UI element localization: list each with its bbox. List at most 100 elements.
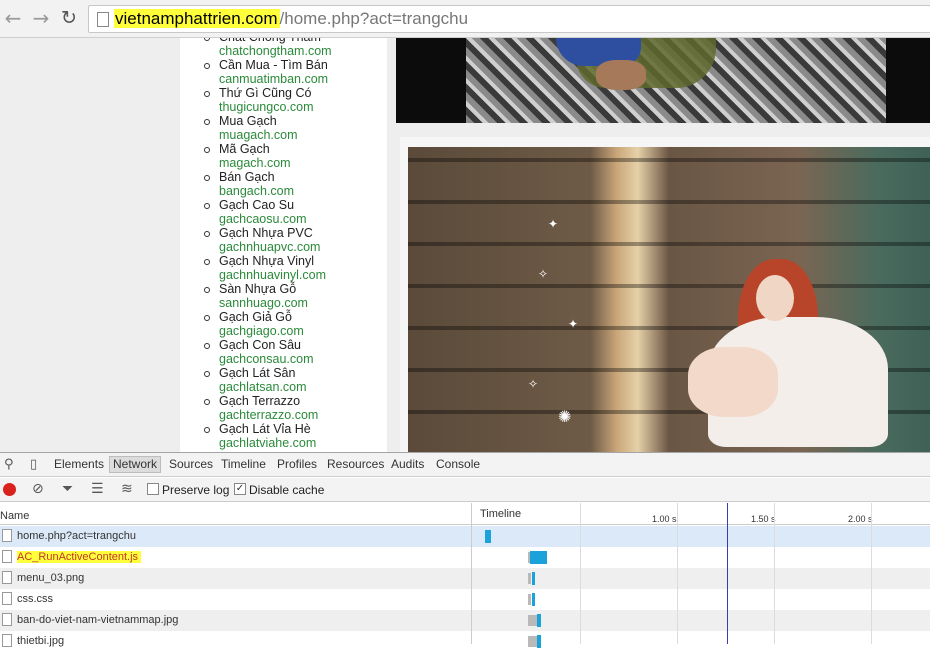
record-icon[interactable] bbox=[3, 483, 16, 496]
preserve-log-checkbox[interactable] bbox=[147, 483, 159, 495]
bullet-icon bbox=[204, 427, 210, 433]
list-item[interactable]: Gạch Lát Sân gachlatsan.com bbox=[180, 366, 387, 394]
column-name[interactable]: Name bbox=[0, 510, 29, 522]
forward-arrow-icon[interactable]: → bbox=[30, 8, 52, 30]
network-toolbar: ⊘ ⏷ ☰ ≋ Preserve log ✓ Disable cache bbox=[0, 478, 930, 502]
sparkle-icon: ✦ bbox=[568, 317, 579, 331]
filter-icon[interactable]: ⏷ bbox=[62, 481, 73, 497]
link-domain[interactable]: gachlatsan.com bbox=[219, 380, 387, 394]
link-title[interactable]: Mã Gạch bbox=[219, 142, 387, 156]
table-row[interactable]: AC_RunActiveContent.js bbox=[0, 547, 930, 568]
tab-console[interactable]: Console bbox=[436, 457, 480, 472]
reload-icon[interactable]: ↻ bbox=[58, 8, 80, 30]
link-title[interactable]: Bán Gạch bbox=[219, 170, 387, 184]
worker-hands bbox=[596, 60, 646, 90]
list-item[interactable]: Gạch Nhựa PVC gachnhuapvc.com bbox=[180, 226, 387, 254]
tab-timeline[interactable]: Timeline bbox=[221, 457, 266, 472]
clear-icon[interactable]: ⊘ bbox=[32, 481, 44, 497]
list-item[interactable]: Mã Gạch magach.com bbox=[180, 142, 387, 170]
bullet-icon bbox=[204, 231, 210, 237]
link-domain[interactable]: gachcaosu.com bbox=[219, 212, 387, 226]
link-title[interactable]: Gạch Giả Gỗ bbox=[219, 310, 387, 324]
column-timeline[interactable]: Timeline bbox=[480, 508, 521, 520]
url-text[interactable]: vietnamphattrien.com/home.php?act=trangc… bbox=[114, 9, 468, 29]
list-item[interactable]: Chất Chống Thấmchatchongtham.com bbox=[180, 38, 387, 58]
link-domain[interactable]: gachnhuapvc.com bbox=[219, 240, 387, 254]
grid-line bbox=[677, 503, 678, 644]
link-title[interactable]: Gạch Con Sâu bbox=[219, 338, 387, 352]
link-domain[interactable]: muagach.com bbox=[219, 128, 387, 142]
list-view-icon[interactable]: ☰ bbox=[91, 481, 104, 497]
disable-cache-checkbox[interactable]: ✓ bbox=[234, 483, 246, 495]
link-domain[interactable]: gachlatviahe.com bbox=[219, 436, 387, 450]
list-item[interactable]: Gạch Terrazzo gachterrazzo.com bbox=[180, 394, 387, 422]
table-row[interactable]: menu_03.png bbox=[0, 568, 930, 589]
link-title[interactable]: Mua Gạch bbox=[219, 114, 387, 128]
link-domain[interactable]: gachconsau.com bbox=[219, 352, 387, 366]
link-domain[interactable]: bangach.com bbox=[219, 184, 387, 198]
link-title[interactable]: Cần Mua - Tìm Bán bbox=[219, 58, 387, 72]
list-item[interactable]: Gạch Con Sâu gachconsau.com bbox=[180, 338, 387, 366]
link-title[interactable]: Gạch Nhựa Vinyl bbox=[219, 254, 387, 268]
list-item[interactable]: Thứ Gì Cũng Có thugicungco.com bbox=[180, 86, 387, 114]
receiving-bar bbox=[484, 530, 491, 543]
bullet-icon bbox=[204, 371, 210, 377]
link-domain[interactable]: thugicungco.com bbox=[219, 100, 387, 114]
request-name[interactable]: home.php?act=trangchu bbox=[17, 530, 136, 542]
request-name[interactable]: AC_RunActiveContent.js bbox=[17, 551, 142, 563]
address-bar[interactable]: vietnamphattrien.com/home.php?act=trangc… bbox=[88, 5, 930, 33]
sparkle-icon: ✧ bbox=[528, 377, 539, 391]
link-title[interactable]: Gạch Terrazzo bbox=[219, 394, 387, 408]
list-item[interactable]: Mua Gạch muagach.com bbox=[180, 114, 387, 142]
tab-profiles[interactable]: Profiles bbox=[277, 457, 317, 472]
bullet-icon bbox=[204, 91, 210, 97]
list-item[interactable]: Gạch Giả Gỗ gachgiago.com bbox=[180, 310, 387, 338]
link-title[interactable]: Thứ Gì Cũng Có bbox=[219, 86, 387, 100]
url-host: vietnamphattrien.com bbox=[114, 9, 280, 28]
tab-resources[interactable]: Resources bbox=[327, 457, 384, 472]
request-name[interactable]: css.css bbox=[17, 593, 53, 605]
tab-sources[interactable]: Sources bbox=[169, 457, 213, 472]
link-domain[interactable]: magach.com bbox=[219, 156, 387, 170]
link-title[interactable]: Gạch Nhựa PVC bbox=[219, 226, 387, 240]
file-icon bbox=[2, 592, 12, 605]
list-item[interactable]: Gạch Lát Vỉa Hè gachlatviahe.com bbox=[180, 422, 387, 450]
link-domain[interactable]: canmuatimban.com bbox=[219, 72, 387, 86]
back-arrow-icon[interactable]: ← bbox=[2, 8, 24, 30]
request-name[interactable]: ban-do-viet-nam-vietnammap.jpg bbox=[17, 614, 178, 626]
list-item[interactable]: Cần Mua - Tìm Bán canmuatimban.com bbox=[180, 58, 387, 86]
link-domain[interactable]: chatchongtham.com bbox=[219, 44, 387, 58]
link-domain[interactable]: sannhuago.com bbox=[219, 296, 387, 310]
tab-network[interactable]: Network bbox=[109, 456, 162, 473]
link-title[interactable]: Gạch Lát Vỉa Hè bbox=[219, 422, 387, 436]
list-item[interactable]: Sàn Nhựa Gỗ sannhuago.com bbox=[180, 282, 387, 310]
table-row[interactable]: thietbi.jpg bbox=[0, 631, 930, 652]
device-mode-icon[interactable]: ▯ bbox=[30, 457, 37, 472]
sparkle-icon: ✧ bbox=[538, 267, 549, 281]
list-item[interactable]: Gạch Nhựa Vinyl gachnhuavinyl.com bbox=[180, 254, 387, 282]
overview-icon[interactable]: ≋ bbox=[121, 481, 133, 497]
link-domain[interactable]: gachterrazzo.com bbox=[219, 408, 387, 422]
tick-label: 1.00 s bbox=[652, 514, 677, 524]
table-row[interactable]: home.php?act=trangchu bbox=[0, 526, 930, 547]
receiving-bar bbox=[537, 635, 542, 648]
tab-audits[interactable]: Audits bbox=[391, 457, 424, 472]
load-event-marker bbox=[727, 503, 728, 644]
request-name[interactable]: thietbi.jpg bbox=[17, 635, 64, 647]
table-row[interactable]: ban-do-viet-nam-vietnammap.jpg bbox=[0, 610, 930, 631]
table-row[interactable]: css.css bbox=[0, 589, 930, 610]
waiting-bar bbox=[527, 636, 538, 647]
receiving-bar bbox=[531, 593, 535, 606]
list-item[interactable]: Gạch Cao Su gachcaosu.com bbox=[180, 198, 387, 226]
request-name[interactable]: menu_03.png bbox=[17, 572, 84, 584]
link-domain[interactable]: gachnhuavinyl.com bbox=[219, 268, 387, 282]
link-title[interactable]: Gạch Cao Su bbox=[219, 198, 387, 212]
list-item[interactable]: Bán Gạch bangach.com bbox=[180, 170, 387, 198]
inspect-search-icon[interactable]: ⚲ bbox=[4, 457, 14, 472]
link-title[interactable]: Gạch Lát Sân bbox=[219, 366, 387, 380]
preserve-log-label: Preserve log bbox=[162, 483, 230, 497]
link-title[interactable]: Sàn Nhựa Gỗ bbox=[219, 282, 387, 296]
link-domain[interactable]: gachgiago.com bbox=[219, 324, 387, 338]
bullet-icon bbox=[204, 399, 210, 405]
tab-elements[interactable]: Elements bbox=[54, 457, 104, 472]
